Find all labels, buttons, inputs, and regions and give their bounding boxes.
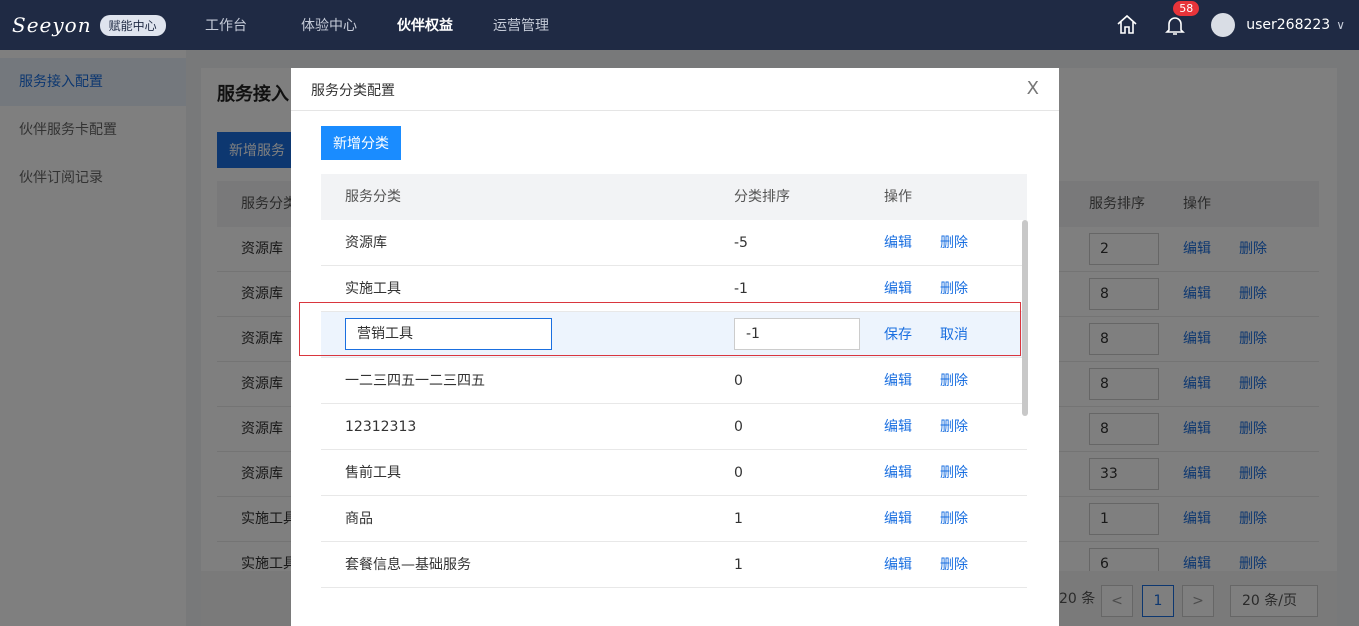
column-header-action: 操作 (884, 189, 912, 205)
row-sort: 0 (734, 465, 743, 481)
row-sort: 0 (734, 419, 743, 435)
row-sort: 1 (734, 557, 743, 573)
table-header: 服务分类 分类排序 操作 (321, 174, 1027, 220)
chevron-down-icon[interactable]: ∨ (1336, 18, 1345, 32)
delete-link[interactable]: 删除 (940, 358, 968, 404)
home-icon[interactable] (1115, 13, 1139, 37)
notification-badge: 58 (1173, 1, 1200, 16)
delete-link[interactable]: 删除 (940, 220, 968, 266)
delete-link[interactable]: 删除 (940, 542, 968, 588)
edit-link[interactable]: 编辑 (884, 358, 912, 404)
table-row: 一二三四五一二三四五 0 编辑 删除 (321, 358, 1027, 404)
logo-text: Seeyon (12, 13, 92, 37)
table-row: 商品 1 编辑 删除 (321, 496, 1027, 542)
close-icon[interactable]: X (1027, 78, 1039, 99)
row-category: 套餐信息—基础服务 (345, 557, 471, 573)
table-row: 12312313 0 编辑 删除 (321, 404, 1027, 450)
edit-link[interactable]: 编辑 (884, 542, 912, 588)
row-category: 售前工具 (345, 465, 401, 481)
edit-link[interactable]: 编辑 (884, 220, 912, 266)
table-row: 售前工具 0 编辑 删除 (321, 450, 1027, 496)
logo-badge: 赋能中心 (99, 14, 166, 36)
bell-icon[interactable]: 58 (1163, 1, 1200, 37)
row-category: 商品 (345, 511, 373, 527)
row-sort: 0 (734, 373, 743, 389)
top-right-tools: 58 user268223 ∨ (1115, 0, 1345, 50)
row-category: 一二三四五一二三四五 (345, 373, 485, 389)
row-sort: 1 (734, 511, 743, 527)
table-row: 套餐信息—基础服务 1 编辑 删除 (321, 542, 1027, 588)
modal-scrollbar[interactable] (1022, 220, 1028, 620)
scrollbar-thumb[interactable] (1022, 220, 1028, 416)
modal-title: 服务分类配置 (311, 83, 395, 99)
delete-link[interactable]: 删除 (940, 450, 968, 496)
main-nav: 工作台 体验中心 伙伴权益 运营管理 (205, 15, 589, 35)
table-row: 资源库 -5 编辑 删除 (321, 220, 1027, 266)
top-navigation-bar: Seeyon 赋能中心 工作台 体验中心 伙伴权益 运营管理 58 user26… (0, 0, 1359, 50)
row-sort: -5 (734, 235, 748, 251)
logo[interactable]: Seeyon 赋能中心 (12, 13, 190, 37)
nav-item-workbench[interactable]: 工作台 (205, 15, 281, 35)
nav-item-experience-center[interactable]: 体验中心 (301, 15, 377, 35)
edit-link[interactable]: 编辑 (884, 496, 912, 542)
row-category: 资源库 (345, 235, 387, 251)
row-category: 12312313 (345, 419, 417, 435)
editing-row-highlight (299, 302, 1021, 356)
nav-item-operations[interactable]: 运营管理 (493, 15, 569, 35)
column-header-sort: 分类排序 (734, 189, 790, 205)
delete-link[interactable]: 删除 (940, 404, 968, 450)
avatar[interactable] (1211, 13, 1236, 37)
nav-item-partner-rights[interactable]: 伙伴权益 (397, 15, 473, 35)
add-category-button[interactable]: 新增分类 (321, 126, 401, 160)
username[interactable]: user268223 (1246, 17, 1330, 33)
edit-link[interactable]: 编辑 (884, 404, 912, 450)
modal-header: 服务分类配置 X (291, 68, 1059, 111)
delete-link[interactable]: 删除 (940, 496, 968, 542)
column-header-category: 服务分类 (345, 189, 401, 205)
edit-link[interactable]: 编辑 (884, 450, 912, 496)
category-table: 服务分类 分类排序 操作 资源库 -5 编辑 删除 实施工具 -1 编辑 删除 营销工具 -… (321, 174, 1027, 588)
